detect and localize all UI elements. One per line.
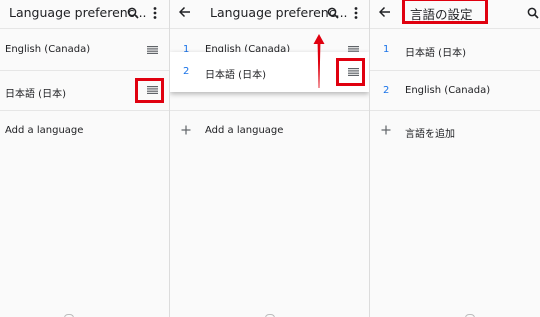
language-label: English (Canada)	[5, 44, 91, 55]
add-language-row[interactable]: Add a language	[0, 111, 169, 151]
panel-before: Language preferenc... English (Canada) 日…	[0, 0, 169, 317]
panel-dragging: Language preferenc... 1 English (Canada)…	[170, 0, 369, 317]
arrow-back-icon[interactable]	[179, 6, 191, 18]
language-number: 2	[183, 66, 190, 77]
language-label: 日本語 (日本)	[205, 70, 266, 81]
language-row[interactable]: 1 日本語 (日本)	[370, 30, 540, 70]
language-label: English (Canada)	[405, 85, 491, 96]
language-number: 1	[383, 44, 390, 55]
more-vert-icon[interactable]	[353, 6, 359, 20]
add-icon	[381, 125, 391, 135]
language-row[interactable]: 2 English (Canada)	[370, 71, 540, 111]
language-label: 日本語 (日本)	[405, 48, 466, 59]
add-language-row[interactable]: 言語を追加	[370, 111, 540, 151]
highlight-box	[402, 0, 488, 24]
language-number: 2	[383, 85, 390, 96]
app-bar: 言語の設定	[370, 0, 540, 28]
add-language-label: Add a language	[205, 125, 284, 136]
app-bar: Language preferenc...	[0, 0, 169, 28]
add-language-row[interactable]: Add a language	[170, 111, 369, 151]
divider	[170, 28, 369, 29]
panel-after: 言語の設定 1 日本語 (日本) 2 English (Canada) 言語を追…	[370, 0, 540, 317]
app-bar: Language preferenc...	[170, 0, 369, 28]
add-icon	[181, 125, 191, 135]
language-row[interactable]: English (Canada)	[0, 30, 169, 70]
up-arrow-icon	[313, 34, 325, 88]
drag-handle-icon[interactable]	[147, 46, 158, 54]
more-vert-icon[interactable]	[152, 6, 158, 20]
search-icon[interactable]	[527, 7, 539, 19]
search-icon[interactable]	[327, 7, 339, 19]
arrow-back-icon[interactable]	[379, 6, 391, 18]
language-label: 日本語 (日本)	[5, 89, 66, 100]
add-language-label: 言語を追加	[405, 129, 455, 140]
divider	[0, 28, 169, 29]
highlight-box	[336, 58, 365, 86]
divider	[370, 28, 540, 29]
page-title: Language preferenc...	[9, 5, 147, 20]
search-icon[interactable]	[127, 7, 139, 19]
add-language-label: Add a language	[5, 125, 84, 136]
highlight-box	[135, 78, 164, 103]
